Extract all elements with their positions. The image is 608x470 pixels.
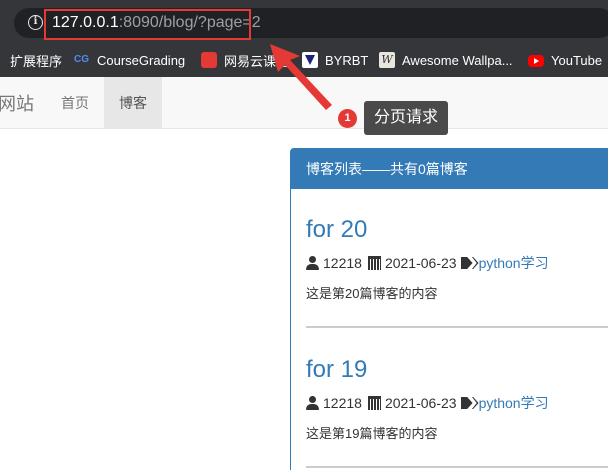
bookmark-byrbt[interactable]: BYRBT	[302, 52, 368, 68]
post-title-link[interactable]: for 19	[306, 356, 367, 384]
bookmark-label: 扩展程序	[10, 53, 63, 69]
post-date: 2021-06-23	[384, 255, 457, 271]
nav-home[interactable]: 首页	[48, 77, 102, 129]
post-tag-link[interactable]: python学习	[479, 253, 549, 273]
bookmark-label: YouTube	[551, 52, 603, 68]
post-date: 2021-06-23	[384, 395, 457, 411]
wallpaper-icon: W	[379, 52, 395, 68]
post-meta: 12218 2021-06-23 python学习	[306, 394, 549, 412]
site-info-icon[interactable]: i	[28, 15, 43, 30]
nav-blog[interactable]: 博客	[104, 77, 162, 129]
user-icon	[306, 396, 319, 410]
calendar-icon	[367, 396, 381, 410]
bookmark-wallpaper[interactable]: W Awesome Wallpa...	[379, 52, 513, 68]
url-highlight-box	[44, 9, 251, 40]
post-meta: 12218 2021-06-23 python学习	[306, 254, 549, 272]
post-tag-link[interactable]: python学习	[479, 393, 549, 413]
annotation-number-badge: 1	[338, 109, 357, 128]
tags-icon	[461, 396, 479, 410]
coursegrading-icon: CG	[74, 54, 89, 65]
netease-study-icon	[201, 52, 217, 68]
bookmark-netease-study[interactable]: 网易云课堂	[201, 52, 290, 69]
bookmark-coursegrading[interactable]: CG CourseGrading	[74, 52, 185, 68]
site-brand[interactable]: 网站	[0, 93, 34, 115]
post-author: 12218	[323, 255, 362, 271]
post-title-link[interactable]: for 20	[306, 216, 367, 244]
annotation-label: 分页请求	[364, 101, 448, 135]
post-divider	[306, 326, 608, 328]
blog-list-panel	[290, 148, 608, 470]
post-divider	[306, 466, 608, 468]
bookmark-label: 网易云课堂	[224, 53, 290, 69]
bookmark-youtube[interactable]: YouTube	[528, 52, 602, 68]
bookmark-label: BYRBT	[325, 52, 369, 68]
post-author: 12218	[323, 395, 362, 411]
tags-icon	[461, 256, 479, 270]
post-excerpt: 这是第20篇博客的内容	[306, 286, 438, 301]
panel-title: 博客列表——共有0篇博客	[306, 161, 468, 177]
bookmark-label: CourseGrading	[97, 52, 186, 68]
youtube-icon	[528, 55, 544, 67]
bookmark-apps[interactable]: 扩展程序	[10, 52, 63, 69]
byrbt-icon	[302, 52, 318, 68]
post-excerpt: 这是第19篇博客的内容	[306, 426, 438, 441]
calendar-icon	[367, 256, 381, 270]
user-icon	[306, 256, 319, 270]
bookmark-label: Awesome Wallpa...	[402, 52, 513, 68]
